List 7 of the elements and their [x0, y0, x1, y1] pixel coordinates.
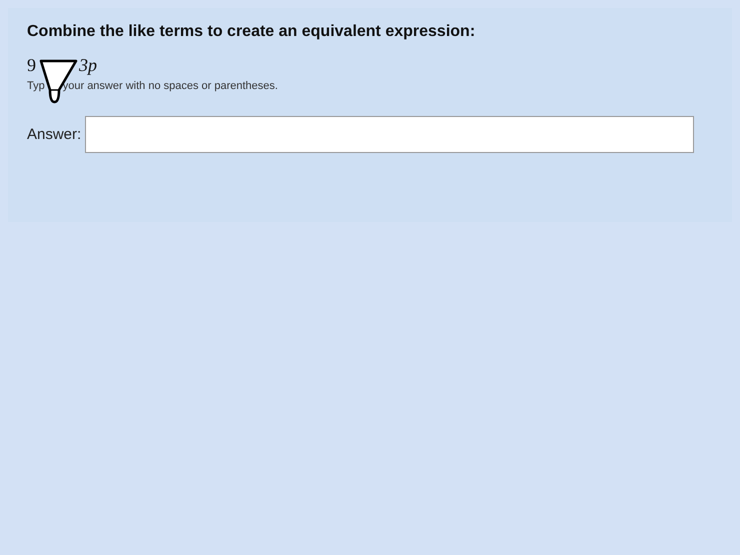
answer-field[interactable] [85, 116, 694, 153]
math-term: 9 [27, 55, 36, 77]
question-title: Combine the like terms to create an equivalent expression: [27, 23, 476, 41]
instruction-text: your answer with no spaces or parentheses. [62, 80, 278, 92]
instruction-text: Typ [27, 80, 45, 92]
answer-label: Answer: [27, 126, 82, 143]
math-term: 3p [79, 55, 97, 77]
